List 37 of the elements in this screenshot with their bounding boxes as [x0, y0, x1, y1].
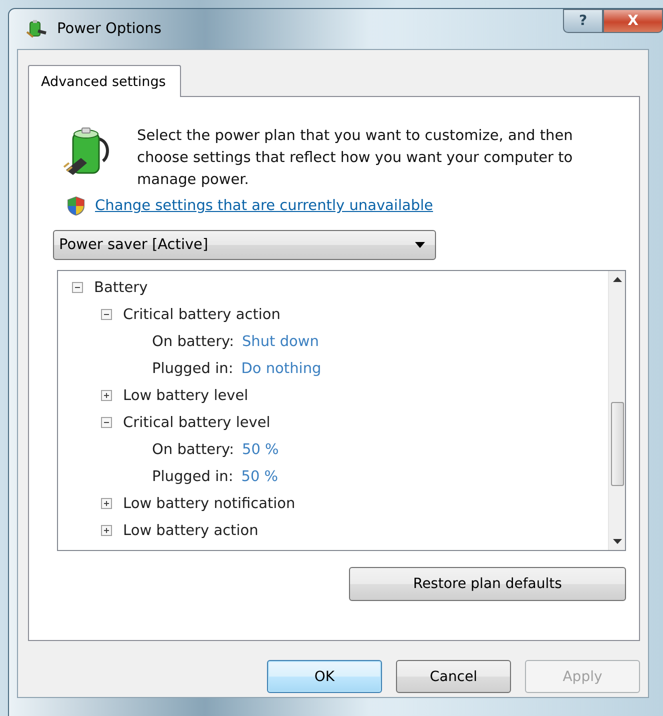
restore-defaults-button[interactable]: Restore plan defaults	[349, 567, 626, 601]
setting-label: On battery:	[152, 334, 234, 350]
tree-item[interactable]: Low battery action	[123, 522, 258, 538]
change-settings-link[interactable]: Change settings that are currently unavailable	[95, 198, 434, 214]
shield-icon	[67, 196, 85, 216]
expand-icon[interactable]	[101, 498, 112, 509]
tree-item[interactable]: Low battery level	[123, 388, 248, 404]
collapse-icon[interactable]	[101, 309, 112, 320]
close-button[interactable]: X	[603, 9, 663, 33]
caret-icon	[415, 242, 425, 248]
battery-plug-icon	[25, 18, 49, 40]
expand-icon[interactable]	[101, 390, 112, 401]
collapse-icon[interactable]	[72, 282, 83, 293]
scrollbar[interactable]	[608, 271, 625, 550]
scroll-up-icon[interactable]	[612, 277, 622, 282]
tree-item[interactable]: Low battery notification	[123, 496, 296, 512]
cancel-button[interactable]: Cancel	[396, 660, 511, 693]
help-button[interactable]: ?	[563, 9, 603, 33]
setting-value-link[interactable]: Shut down	[242, 334, 319, 350]
tree-item[interactable]: Battery	[94, 280, 148, 296]
setting-value-link[interactable]: 50 %	[241, 468, 278, 484]
setting-label: On battery:	[152, 442, 234, 458]
plan-dropdown[interactable]: Power saver [Active]	[53, 230, 436, 260]
tab[interactable]: Advanced settings	[28, 65, 181, 97]
setting-label: Plugged in:	[152, 360, 234, 376]
window-title: Power Options	[57, 21, 162, 37]
ok-button[interactable]: OK	[267, 660, 382, 693]
scroll-down-icon[interactable]	[612, 539, 622, 544]
setting-label: Plugged in:	[152, 468, 234, 484]
expand-icon[interactable]	[101, 525, 112, 536]
tree-item[interactable]: Critical battery action	[123, 306, 280, 322]
tree-item[interactable]: Critical battery level	[123, 414, 270, 430]
description-text: Select the power plan that you want to customize, and then choose settings that reflect how you want your computer to manage power.	[137, 127, 574, 190]
setting-value-link[interactable]: 50 %	[242, 442, 279, 458]
setting-value-link[interactable]: Do nothing	[241, 360, 322, 376]
scroll-thumb[interactable]	[610, 402, 624, 486]
collapse-icon[interactable]	[101, 417, 112, 428]
